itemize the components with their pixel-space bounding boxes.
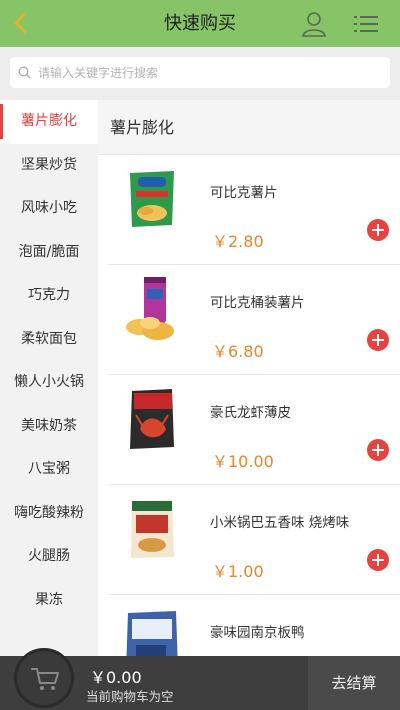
category-item[interactable]: 风味小吃 bbox=[0, 187, 98, 231]
top-bar: 快速购买 bbox=[0, 0, 400, 47]
cart-button[interactable] bbox=[14, 648, 74, 708]
search-box[interactable] bbox=[10, 57, 390, 88]
list-menu-icon[interactable] bbox=[352, 12, 380, 36]
product-item[interactable]: 可比克薯片 ￥2.80 bbox=[108, 155, 400, 265]
category-item[interactable]: 八宝粥 bbox=[0, 448, 98, 492]
category-item[interactable]: 坚果炒货 bbox=[0, 144, 98, 188]
search-input[interactable] bbox=[38, 57, 378, 88]
search-bar bbox=[0, 47, 400, 100]
product-name: 小米锅巴五香味 烧烤味 bbox=[210, 515, 350, 531]
product-image bbox=[131, 500, 174, 558]
page-title: 快速购买 bbox=[164, 13, 236, 34]
product-name: 可比克薯片 bbox=[210, 185, 278, 201]
product-name: 豪味园南京板鸭 bbox=[210, 625, 305, 641]
shopping-cart-icon bbox=[31, 668, 59, 690]
product-item[interactable]: 豪味园南京板鸭 bbox=[108, 595, 400, 656]
product-price: ￥6.80 bbox=[212, 342, 264, 361]
add-to-cart-button[interactable] bbox=[367, 329, 389, 351]
add-to-cart-button[interactable] bbox=[367, 219, 389, 241]
category-item[interactable]: 薯片膨化 bbox=[0, 100, 98, 144]
product-item[interactable]: 可比克桶装薯片 ￥6.80 bbox=[108, 265, 400, 375]
product-price: ￥10.00 bbox=[212, 452, 274, 471]
checkout-button[interactable]: 去结算 bbox=[308, 656, 400, 710]
category-item[interactable]: 美味奶茶 bbox=[0, 405, 98, 449]
product-image bbox=[126, 277, 174, 340]
search-icon bbox=[18, 66, 31, 79]
product-item[interactable]: 豪氏龙虾薄皮 ￥10.00 bbox=[108, 375, 400, 485]
product-image bbox=[130, 389, 174, 449]
product-image bbox=[130, 171, 174, 227]
category-item[interactable]: 嗨吃酸辣粉 bbox=[0, 492, 98, 536]
add-to-cart-button[interactable] bbox=[367, 549, 389, 571]
section-title: 薯片膨化 bbox=[98, 100, 400, 155]
product-price: ￥2.80 bbox=[212, 232, 264, 251]
category-item[interactable]: 巧克力 bbox=[0, 274, 98, 318]
category-item[interactable]: 火腿肠 bbox=[0, 535, 98, 579]
product-name: 豪氏龙虾薄皮 bbox=[210, 405, 291, 421]
category-sidebar: 薯片膨化 坚果炒货 风味小吃 泡面/脆面 巧克力 柔软面包 懒人小火锅 美味奶茶… bbox=[0, 100, 98, 656]
product-image bbox=[126, 611, 178, 656]
category-item[interactable]: 懒人小火锅 bbox=[0, 361, 98, 405]
cart-bar: ￥0.00 当前购物车为空 去结算 bbox=[0, 648, 400, 710]
product-name: 可比克桶装薯片 bbox=[210, 295, 305, 311]
category-item[interactable]: 泡面/脆面 bbox=[0, 231, 98, 275]
cart-total: ￥0.00 bbox=[90, 668, 142, 687]
product-item[interactable]: 小米锅巴五香味 烧烤味 ￥1.00 bbox=[108, 485, 400, 595]
product-price: ￥1.00 bbox=[212, 562, 264, 581]
category-item[interactable]: 柔软面包 bbox=[0, 318, 98, 362]
product-panel: 薯片膨化 可比克薯片 ￥2.80 可比克桶装薯片 ￥6.80 豪氏龙虾薄皮 ￥1… bbox=[98, 100, 400, 656]
cart-status: 当前购物车为空 bbox=[86, 689, 174, 704]
user-icon[interactable] bbox=[300, 10, 328, 38]
add-to-cart-button[interactable] bbox=[367, 439, 389, 461]
category-item[interactable]: 果冻 bbox=[0, 579, 98, 623]
